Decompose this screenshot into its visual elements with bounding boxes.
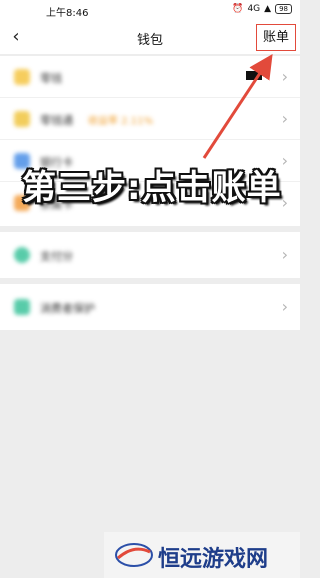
site-logo-icon (115, 543, 153, 567)
watermark-text: 恒远游戏网 (158, 546, 269, 572)
instruction-caption: 第三步:点击账单 (22, 168, 282, 208)
watermark: 恒远游戏网 (104, 532, 300, 578)
pointer-arrow-icon (202, 53, 273, 159)
